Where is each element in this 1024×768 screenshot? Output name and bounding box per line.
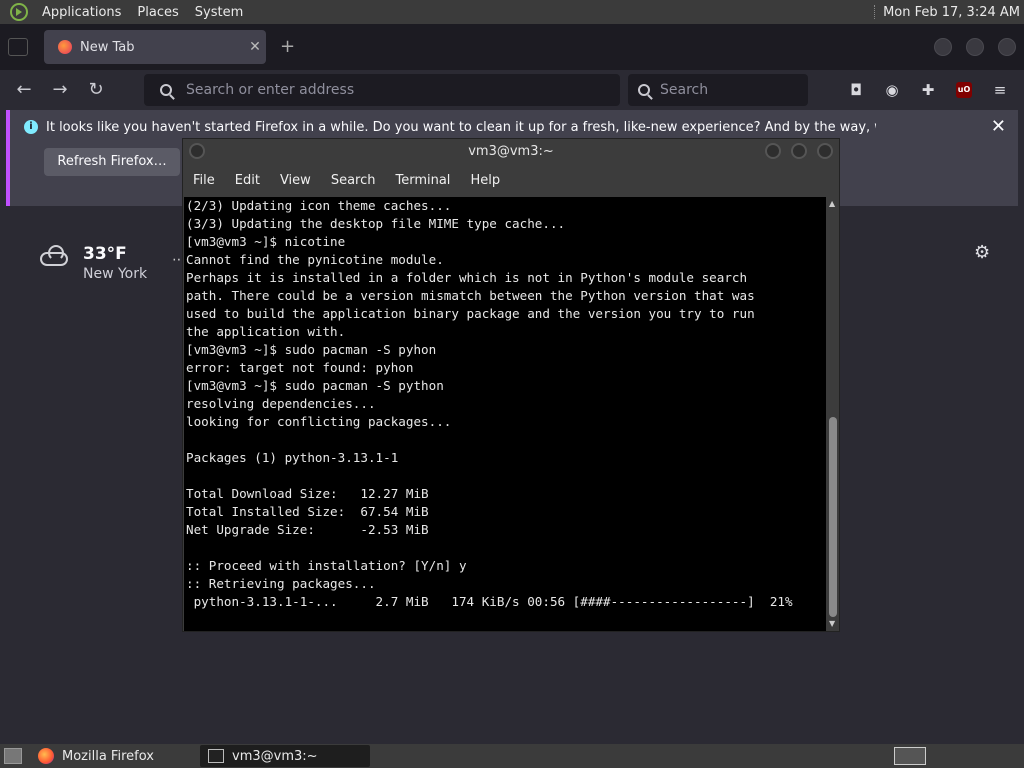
top-panel: Applications Places System Mon Feb 17, 3… [0,0,1024,24]
extensions-icon[interactable]: ✚ [918,80,938,100]
window-menu-icon[interactable] [189,143,205,159]
hamburger-menu-icon[interactable]: ≡ [990,80,1010,100]
close-icon[interactable] [817,143,833,159]
distro-logo-icon[interactable] [10,3,28,21]
menu-edit[interactable]: Edit [225,173,270,188]
search-icon [638,84,650,96]
menu-help[interactable]: Help [460,173,510,188]
applications-menu[interactable]: Applications [34,5,129,20]
taskbar-item-label: vm3@vm3:~ [232,748,318,764]
ublock-origin-icon[interactable]: uO [956,82,972,98]
address-placeholder: Search or enter address [186,82,355,98]
terminal-output[interactable]: (2/3) Updating icon theme caches... (3/3)… [184,197,826,631]
bottom-taskbar: Mozilla Firefox vm3@vm3:~ [0,744,1024,768]
workspace-switcher[interactable] [894,747,926,765]
close-notification-icon[interactable]: ✕ [991,116,1006,137]
places-menu[interactable]: Places [129,5,186,20]
search-icon [160,84,172,96]
tab-title: New Tab [80,39,135,55]
gear-icon[interactable]: ⚙ [974,242,990,263]
notification-message: It looks like you haven't started Firefo… [46,120,876,135]
terminal-line: Perhaps it is installed in a folder whic… [186,270,748,285]
firefox-favicon-icon [58,40,72,54]
account-icon[interactable]: ◉ [882,80,902,100]
reload-icon[interactable]: ↻ [84,78,108,102]
tab-close-icon[interactable]: ✕ [244,39,266,55]
navigation-bar: ← → ↻ Search or enter address Search ◘ ◉… [0,70,1024,110]
forward-arrow-icon[interactable]: → [48,78,72,102]
minimize-icon[interactable] [765,143,781,159]
terminal-line: :: Retrieving packages... [186,576,376,591]
terminal-line: Packages (1) python-3.13.1-1 [186,450,399,465]
scroll-up-icon[interactable]: ▲ [829,199,835,208]
terminal-menubar: File Edit View Search Terminal Help [183,165,839,195]
scroll-down-icon[interactable]: ▼ [829,619,835,628]
terminal-line: looking for conflicting packages... [186,414,452,429]
pocket-icon[interactable]: ◘ [846,80,866,100]
tab-bar: New Tab ✕ + [0,24,1024,70]
terminal-line: Total Download Size: 12.27 MiB [186,486,429,501]
menu-view[interactable]: View [270,173,321,188]
terminal-line: python-3.13.1-1-... 2.7 MiB 174 KiB/s 00… [186,594,793,609]
terminal-line: :: Proceed with installation? [Y/n] y [186,558,467,573]
search-placeholder: Search [660,82,709,98]
terminal-title: vm3@vm3:~ [468,144,554,159]
menu-terminal[interactable]: Terminal [385,173,460,188]
taskbar-item-firefox[interactable]: Mozilla Firefox [30,745,196,767]
terminal-line: [vm3@vm3 ~]$ nicotine [186,234,346,249]
menu-file[interactable]: File [183,173,225,188]
weather-temperature: 33°F [83,244,127,264]
system-menu[interactable]: System [187,5,251,20]
terminal-line: [vm3@vm3 ~]$ sudo pacman -S python [186,378,444,393]
terminal-scrollbar[interactable]: ▲ ▼ [827,197,839,631]
search-bar[interactable]: Search [628,74,808,106]
terminal-line: Total Installed Size: 67.54 MiB [186,504,429,519]
minimize-icon[interactable] [934,38,952,56]
info-icon: i [24,120,38,134]
scrollbar-thumb[interactable] [829,417,837,617]
terminal-icon [208,749,224,763]
panel-separator [874,5,876,19]
terminal-line: used to build the application binary pac… [186,306,755,321]
terminal-line: the application with. [186,324,346,339]
firefox-view-icon[interactable] [8,38,28,56]
terminal-line: (3/3) Updating the desktop file MIME typ… [186,216,566,231]
terminal-line: error: target not found: pyhon [186,360,414,375]
close-window-icon[interactable] [998,38,1016,56]
clock[interactable]: Mon Feb 17, 3:24 AM [883,5,1024,20]
terminal-line: (2/3) Updating icon theme caches... [186,198,452,213]
firefox-icon [38,748,54,764]
menu-search[interactable]: Search [321,173,386,188]
terminal-line: Net Upgrade Size: -2.53 MiB [186,522,429,537]
terminal-titlebar[interactable]: vm3@vm3:~ [183,139,839,165]
terminal-line: path. There could be a version mismatch … [186,288,755,303]
terminal-line: [vm3@vm3 ~]$ sudo pacman -S pyhon [186,342,437,357]
maximize-icon[interactable] [791,143,807,159]
refresh-firefox-button[interactable]: Refresh Firefox… [44,148,180,176]
back-arrow-icon[interactable]: ← [12,78,36,102]
taskbar-item-label: Mozilla Firefox [62,748,154,764]
cloud-icon [40,245,68,266]
terminal-line: resolving dependencies... [186,396,376,411]
new-tab-icon[interactable]: + [280,36,295,57]
address-bar[interactable]: Search or enter address [144,74,620,106]
terminal-window[interactable]: vm3@vm3:~ File Edit View Search Terminal… [182,138,840,632]
show-desktop-icon[interactable] [4,748,22,764]
weather-city: New York [83,266,148,282]
taskbar-item-terminal[interactable]: vm3@vm3:~ [200,745,370,767]
maximize-icon[interactable] [966,38,984,56]
tab-new-tab[interactable]: New Tab ✕ [44,30,266,64]
terminal-line: Cannot find the pynicotine module. [186,252,444,267]
